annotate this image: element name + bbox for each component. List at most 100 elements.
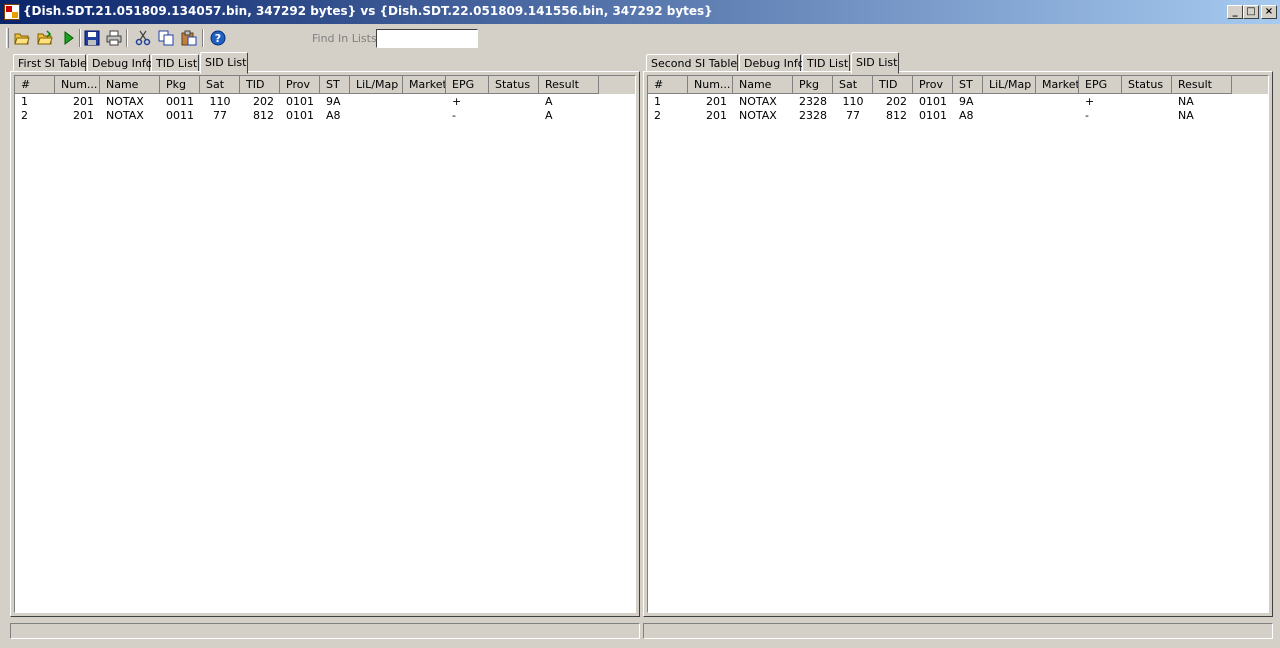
cell-st: A8 xyxy=(326,109,341,122)
cell-st: 9A xyxy=(959,95,974,108)
help-icon[interactable]: ? xyxy=(208,28,228,48)
table-row[interactable]: 1 201 NOTAX 0011 110 202 0101 9A + A xyxy=(15,95,635,108)
cell-result: A xyxy=(545,109,553,122)
table-row[interactable]: 2 201 NOTAX 2328 77 812 0101 A8 - NA xyxy=(648,109,1268,122)
cell-lil-map xyxy=(989,95,1030,108)
column-header-status[interactable]: Status xyxy=(489,76,539,94)
cell-prov: 0101 xyxy=(286,95,314,108)
column-header-tid[interactable]: TID xyxy=(873,76,913,94)
cut-icon[interactable] xyxy=(133,28,153,48)
column-header-tid[interactable]: TID xyxy=(240,76,280,94)
window-title: {Dish.SDT.21.051809.134057.bin, 347292 b… xyxy=(23,4,713,18)
cell-pkg: 2328 xyxy=(799,109,827,122)
save-icon[interactable] xyxy=(82,28,102,48)
minimize-button[interactable]: _ xyxy=(1227,5,1243,19)
cell-tid: 202 xyxy=(253,95,274,108)
cell-tid: 202 xyxy=(886,95,907,108)
tab-tid-list[interactable]: TID List xyxy=(151,54,199,72)
cell-prov: 0101 xyxy=(919,109,947,122)
column-header-name[interactable]: Name xyxy=(733,76,793,94)
cell-result: NA xyxy=(1178,95,1194,108)
column-header-num[interactable]: # xyxy=(15,76,55,94)
sid-list-page: # Num... Name Pkg Sat TID Prov ST LiL/Map Market E… xyxy=(643,71,1273,617)
cell-sat: 77 xyxy=(846,109,860,122)
cell-market xyxy=(409,109,440,122)
close-button[interactable]: × xyxy=(1261,5,1277,19)
right-pane: Second SI Table Debug Info TID List SID … xyxy=(643,52,1273,617)
cell-pkg: 0011 xyxy=(166,109,194,122)
sid-list-view[interactable]: # Num... Name Pkg Sat TID Prov ST LiL/Map Market E… xyxy=(647,75,1269,613)
column-header-market[interactable]: Market xyxy=(403,76,446,94)
toolbar-separator xyxy=(202,29,204,47)
app-icon[interactable] xyxy=(4,4,20,20)
column-header-epg[interactable]: EPG xyxy=(1079,76,1122,94)
print-icon[interactable] xyxy=(104,28,124,48)
tab-first-si-table[interactable]: First SI Table xyxy=(13,54,87,72)
cell-status xyxy=(495,95,533,108)
column-header-channel-num[interactable]: Num... xyxy=(55,76,100,94)
table-row[interactable]: 2 201 NOTAX 0011 77 812 0101 A8 - A xyxy=(15,109,635,122)
cell-lil-map xyxy=(356,95,397,108)
column-header-st[interactable]: ST xyxy=(953,76,983,94)
column-header-status[interactable]: Status xyxy=(1122,76,1172,94)
cell-st: A8 xyxy=(959,109,974,122)
cell-num: 1 xyxy=(21,95,28,108)
cell-channel-num: 201 xyxy=(706,95,727,108)
cell-pkg: 2328 xyxy=(799,95,827,108)
cell-result: A xyxy=(545,95,553,108)
column-header-st[interactable]: ST xyxy=(320,76,350,94)
cell-prov: 0101 xyxy=(286,109,314,122)
column-header-channel-num[interactable]: Num... xyxy=(688,76,733,94)
column-header-sat[interactable]: Sat xyxy=(200,76,240,94)
cell-pkg: 0011 xyxy=(166,95,194,108)
find-input[interactable] xyxy=(376,29,478,48)
tab-second-si-table[interactable]: Second SI Table xyxy=(646,54,738,72)
left-status-bar xyxy=(10,623,640,639)
cell-epg: + xyxy=(452,95,462,108)
find-label: Find In Lists: xyxy=(312,32,381,45)
cell-name: NOTAX xyxy=(739,95,777,108)
open-folder-icon[interactable] xyxy=(35,28,55,48)
column-header-pkg[interactable]: Pkg xyxy=(160,76,200,94)
tab-debug-info[interactable]: Debug Info xyxy=(87,54,153,72)
tab-sid-list[interactable]: SID List xyxy=(851,52,899,74)
column-header-prov[interactable]: Prov xyxy=(280,76,320,94)
tab-tid-list[interactable]: TID List xyxy=(802,54,850,72)
list-header: # Num... Name Pkg Sat TID Prov ST LiL/Map Market E… xyxy=(648,76,1268,94)
column-header-lil-map[interactable]: LiL/Map xyxy=(350,76,403,94)
column-header-name[interactable]: Name xyxy=(100,76,160,94)
toolbar-separator xyxy=(126,29,128,47)
open-folder-icon[interactable] xyxy=(12,28,32,48)
cell-market xyxy=(409,95,440,108)
copy-icon[interactable] xyxy=(156,28,176,48)
column-header-prov[interactable]: Prov xyxy=(913,76,953,94)
cell-name: NOTAX xyxy=(106,95,144,108)
cell-num: 2 xyxy=(654,109,661,122)
table-row[interactable]: 1 201 NOTAX 2328 110 202 0101 9A + NA xyxy=(648,95,1268,108)
paste-icon[interactable] xyxy=(179,28,199,48)
cell-channel-num: 201 xyxy=(706,109,727,122)
column-header-epg[interactable]: EPG xyxy=(446,76,489,94)
tab-debug-info[interactable]: Debug Info xyxy=(739,54,805,72)
cell-sat: 110 xyxy=(209,95,231,108)
sid-list-page: # Num... Name Pkg Sat TID Prov ST LiL/Map Market E… xyxy=(10,71,640,617)
left-pane: First SI Table Debug Info TID List SID L… xyxy=(10,52,640,617)
maximize-button[interactable]: □ xyxy=(1243,5,1259,19)
cell-channel-num: 201 xyxy=(73,109,94,122)
column-header-sat[interactable]: Sat xyxy=(833,76,873,94)
cell-lil-map xyxy=(356,109,397,122)
column-header-result[interactable]: Result xyxy=(1172,76,1232,94)
column-header-lil-map[interactable]: LiL/Map xyxy=(983,76,1036,94)
toolbar-grip[interactable] xyxy=(6,28,9,48)
tab-sid-list[interactable]: SID List xyxy=(200,52,248,74)
cell-epg: - xyxy=(1085,109,1089,122)
run-icon[interactable] xyxy=(58,28,78,48)
cell-epg: - xyxy=(452,109,456,122)
list-header: # Num... Name Pkg Sat TID Prov ST LiL/Map Market E… xyxy=(15,76,635,94)
column-header-result[interactable]: Result xyxy=(539,76,599,94)
title-bar: {Dish.SDT.21.051809.134057.bin, 347292 b… xyxy=(0,0,1280,24)
column-header-num[interactable]: # xyxy=(648,76,688,94)
column-header-pkg[interactable]: Pkg xyxy=(793,76,833,94)
column-header-market[interactable]: Market xyxy=(1036,76,1079,94)
sid-list-view[interactable]: # Num... Name Pkg Sat TID Prov ST LiL/Map Market E… xyxy=(14,75,636,613)
